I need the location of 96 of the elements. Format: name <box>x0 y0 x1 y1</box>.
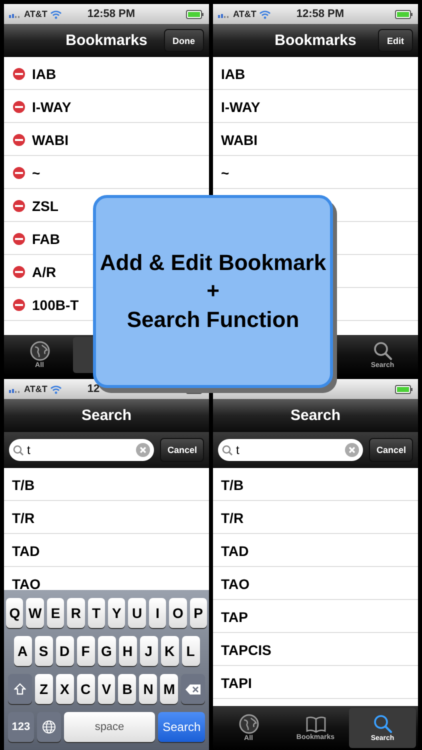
keyboard-key[interactable]: A <box>14 636 32 666</box>
keyboard-key[interactable]: O <box>169 598 187 628</box>
screen-title: Bookmarks <box>274 32 356 49</box>
numbers-key[interactable]: 123 <box>8 712 34 742</box>
list-item[interactable]: TAD <box>221 542 249 558</box>
keyboard-key[interactable]: P <box>190 598 208 628</box>
keyboard-key[interactable]: F <box>76 636 94 666</box>
list-item[interactable]: ~ <box>32 164 40 180</box>
list-item[interactable]: I-WAY <box>32 98 72 114</box>
space-key[interactable]: space <box>64 712 156 742</box>
search-icon <box>13 444 24 456</box>
battery-icon <box>186 10 204 18</box>
keyboard-key[interactable]: U <box>128 598 146 628</box>
keyboard-key[interactable]: L <box>182 636 200 666</box>
keyboard-key[interactable]: D <box>56 636 74 666</box>
clock-text: 12:58 PM <box>87 8 136 20</box>
list-item[interactable]: A/R <box>32 264 56 280</box>
delete-minus-icon <box>12 232 26 246</box>
list-item[interactable]: TAPI <box>221 674 252 690</box>
battery-icon <box>395 10 413 18</box>
list-item[interactable]: TAD <box>12 542 40 558</box>
keyboard-key[interactable]: R <box>67 598 85 628</box>
keyboard-key[interactable]: S <box>34 636 52 666</box>
globe-icon <box>238 714 258 734</box>
keyboard-key[interactable]: N <box>139 674 158 704</box>
keyboard-key[interactable]: H <box>118 636 136 666</box>
globe-icon <box>30 341 50 361</box>
list-item[interactable]: ZSL <box>32 198 58 214</box>
keyboard-key[interactable]: G <box>98 636 116 666</box>
keyboard-key[interactable]: I <box>148 598 166 628</box>
delete-minus-icon <box>12 198 26 212</box>
clock-text: 12 <box>87 383 100 395</box>
list-item[interactable]: TAPCIS <box>221 642 272 658</box>
list-item[interactable]: IAB <box>221 66 246 82</box>
keyboard-key[interactable]: V <box>98 674 116 704</box>
list-item[interactable]: T/R <box>12 510 35 526</box>
delete-minus-icon <box>12 132 26 146</box>
keyboard-key[interactable]: K <box>160 636 178 666</box>
shift-arrow-icon <box>14 683 26 695</box>
list-item[interactable]: T/B <box>221 476 244 492</box>
nav-button[interactable]: Done <box>164 29 204 52</box>
carrier-label: AT&T <box>24 9 48 19</box>
query-field[interactable]: t <box>9 439 154 461</box>
list-item[interactable]: T/B <box>12 476 35 492</box>
globe-key[interactable] <box>36 712 61 742</box>
screen-title: Search <box>290 407 341 424</box>
keyboard-key[interactable]: J <box>140 636 158 666</box>
keyboard-key[interactable]: Q <box>6 598 24 628</box>
list-item[interactable]: IAB <box>32 66 56 82</box>
delete-minus-icon <box>12 66 26 80</box>
keyboard-key[interactable]: T <box>88 598 105 628</box>
list-item[interactable]: WABI <box>221 132 258 148</box>
list-item[interactable]: TAO <box>12 576 41 590</box>
keyboard-key[interactable]: M <box>160 674 178 704</box>
keyboard-key[interactable]: E <box>46 598 64 628</box>
wifi-icon <box>50 384 62 394</box>
delete-minus-icon <box>12 166 26 180</box>
list-item[interactable]: TAO <box>221 576 250 592</box>
book-icon <box>304 715 326 733</box>
cancel-button[interactable]: Cancel <box>369 438 413 462</box>
query-field[interactable]: t <box>218 439 364 461</box>
keyboard-key[interactable]: Y <box>108 598 126 628</box>
keyboard-key[interactable]: B <box>118 674 136 704</box>
list-item[interactable]: I-WAY <box>221 98 260 114</box>
list-item[interactable]: TAP <box>221 608 248 624</box>
list-item[interactable]: FAB <box>32 230 60 246</box>
search-icon <box>222 444 233 456</box>
shift-key[interactable] <box>8 674 32 704</box>
list-item[interactable]: 100B-T <box>32 296 79 312</box>
search-icon <box>372 714 392 734</box>
keyboard-key[interactable]: X <box>56 674 74 704</box>
callout-text: Add & Edit Bookmark + Search Function <box>100 248 326 334</box>
delete-minus-icon <box>12 264 26 278</box>
wifi-icon <box>50 10 62 18</box>
carrier-label: AT&T <box>24 384 48 394</box>
delete-minus-icon <box>12 100 26 114</box>
battery-icon <box>395 384 413 394</box>
backspace-icon <box>185 684 202 694</box>
search-key[interactable]: Search <box>158 712 205 742</box>
keyboard-key[interactable]: C <box>76 674 95 704</box>
carrier-label: AT&T <box>233 9 256 19</box>
search-icon <box>372 341 392 361</box>
wifi-icon <box>259 10 272 18</box>
cancel-button[interactable]: Cancel <box>160 438 204 462</box>
list-item[interactable]: T/R <box>221 510 244 526</box>
keyboard-key[interactable]: Z <box>34 674 53 704</box>
clock-text: 12:58 PM <box>296 8 344 20</box>
keyboard-key[interactable]: W <box>26 598 44 628</box>
screen-title: Bookmarks <box>66 32 148 49</box>
nav-button[interactable]: Edit <box>378 29 413 52</box>
screen-title: Search <box>81 407 132 424</box>
list-item[interactable]: ~ <box>221 164 230 180</box>
delete-minus-icon <box>12 298 26 312</box>
list-item[interactable]: WABI <box>32 132 69 148</box>
delete-key[interactable] <box>181 674 205 704</box>
globe-icon <box>42 720 56 734</box>
